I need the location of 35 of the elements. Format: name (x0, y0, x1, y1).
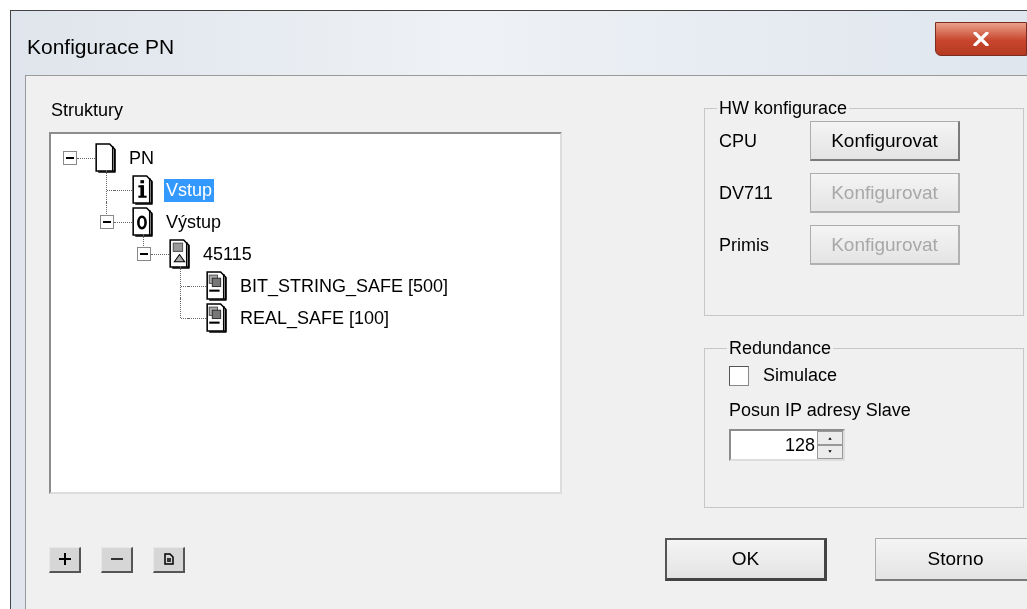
collapse-toggle[interactable] (63, 151, 77, 165)
plus-icon (58, 553, 71, 565)
tree-item[interactable]: PN (127, 146, 156, 170)
tree-label: Struktury (51, 100, 125, 121)
add-button[interactable] (49, 546, 81, 573)
group-title: Redundance (728, 338, 833, 359)
close-icon (973, 32, 989, 46)
document-icon (206, 271, 228, 301)
device-label: CPU (719, 130, 758, 152)
close-button[interactable] (935, 22, 1027, 56)
tree-item[interactable]: REAL_SAFE [100] (238, 306, 392, 330)
device-label: DV711 (719, 182, 774, 204)
dialog-button[interactable]: Storno (875, 538, 1027, 581)
collapse-toggle[interactable] (137, 247, 151, 261)
tree-item[interactable]: 45115 (201, 242, 254, 266)
window-title: Konfigurace PN (27, 35, 175, 59)
document-icon (132, 175, 154, 205)
checkbox-label: Simulace (763, 365, 838, 386)
dialog-button[interactable]: OK (665, 538, 827, 581)
checkbox[interactable] (729, 365, 749, 386)
field-label: Posun IP adresy Slave (729, 400, 912, 421)
device-label: Primis (719, 234, 770, 256)
document-icon (95, 143, 117, 173)
group-title: HW konfigurace (718, 98, 849, 119)
document-button[interactable] (153, 546, 185, 573)
collapse-toggle[interactable] (100, 215, 114, 229)
tree-item[interactable]: Výstup (164, 210, 224, 234)
document-icon (132, 207, 154, 237)
document-icon (206, 303, 228, 333)
configure-button[interactable]: Konfigurovat (810, 121, 960, 161)
document-icon (169, 239, 191, 269)
remove-button[interactable] (101, 546, 133, 573)
tree-item[interactable]: BIT_STRING_SAFE [500] (238, 274, 451, 298)
document-icon (163, 553, 174, 565)
minus-icon (110, 558, 123, 560)
